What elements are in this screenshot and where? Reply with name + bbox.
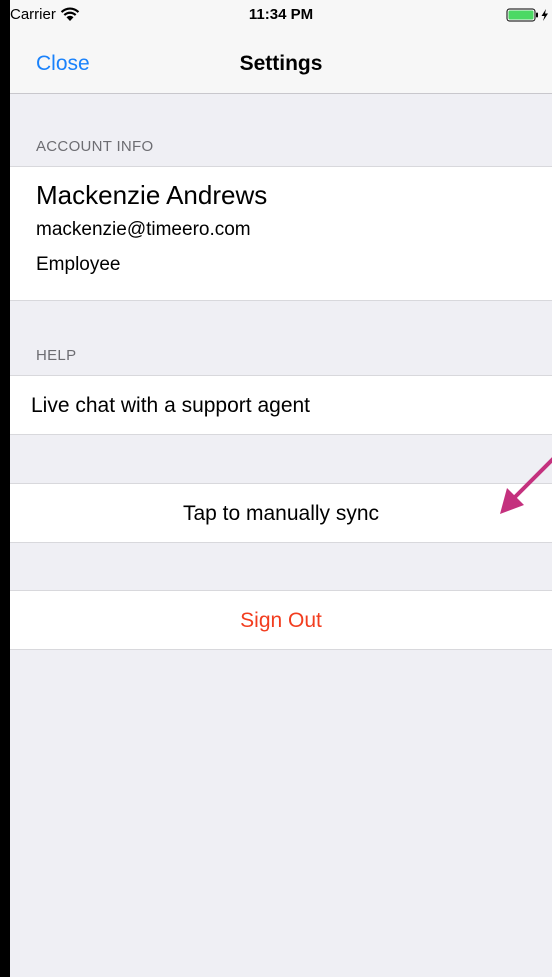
section-header-account-info: ACCOUNT INFO bbox=[36, 138, 154, 155]
status-time: 11:34 PM bbox=[248, 6, 314, 23]
live-chat-label: Live chat with a support agent bbox=[31, 394, 311, 417]
status-bar: Carrier 11:34 PM bbox=[10, 0, 552, 34]
account-info-cell: Mackenzie Andrews mackenzie@timeero.com … bbox=[10, 166, 552, 301]
sign-out-label: Sign Out bbox=[240, 609, 322, 632]
annotation-arrow-icon bbox=[500, 457, 552, 514]
section-header-help: HELP bbox=[36, 347, 77, 364]
account-name: Mackenzie Andrews bbox=[36, 180, 268, 210]
battery-charging-icon bbox=[506, 8, 548, 22]
settings-screen: Carrier 11:34 PM Close Settings ACCOUNT … bbox=[0, 0, 552, 977]
manual-sync-label: Tap to manually sync bbox=[182, 502, 380, 525]
sign-out-button[interactable]: Sign Out bbox=[10, 590, 552, 650]
live-chat-cell[interactable]: Live chat with a support agent bbox=[10, 375, 552, 435]
account-role: Employee bbox=[36, 254, 121, 275]
account-email: mackenzie@timeero.com bbox=[36, 219, 251, 240]
page-title: Settings bbox=[239, 52, 323, 75]
navigation-bar: Close Settings bbox=[10, 34, 552, 94]
manual-sync-button[interactable]: Tap to manually sync bbox=[10, 483, 552, 543]
